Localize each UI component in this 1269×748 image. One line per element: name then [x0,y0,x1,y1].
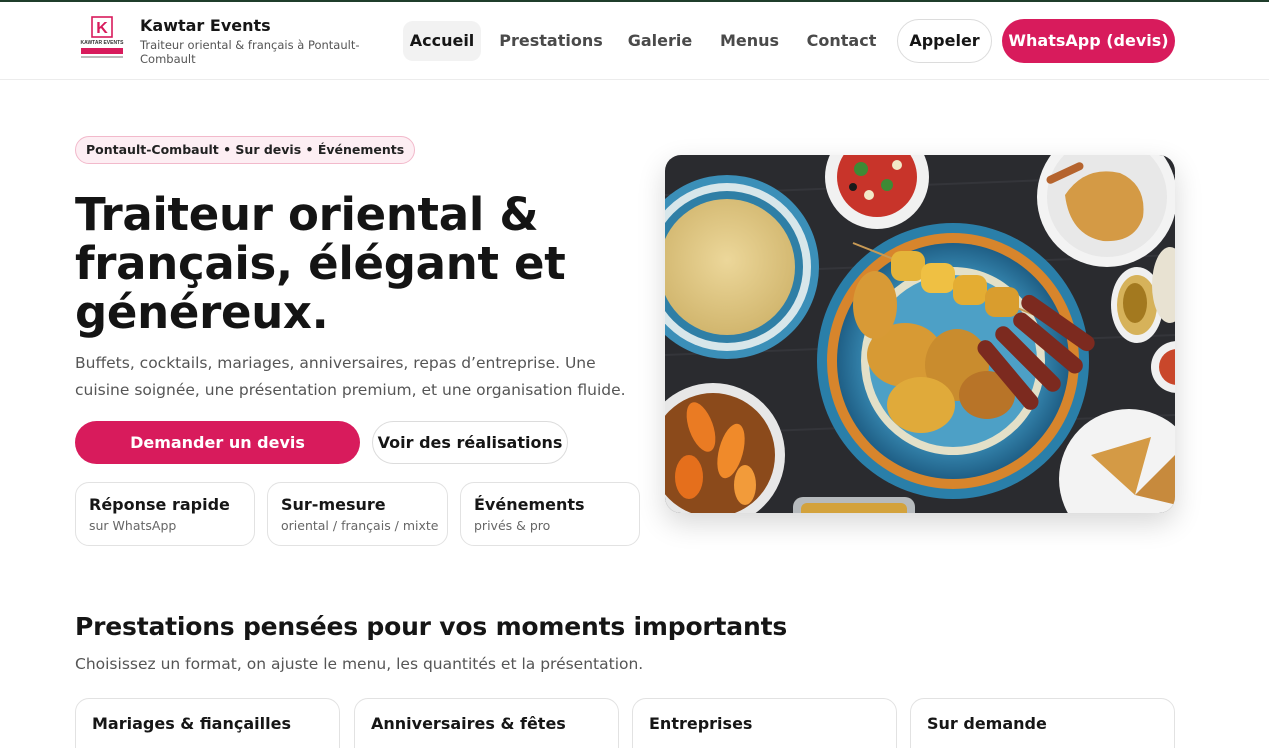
brand-logo[interactable]: K KAWTAR EVENTS [79,16,127,66]
service-card-entreprises[interactable]: Entreprises [632,698,897,748]
call-button[interactable]: Appeler [897,19,992,63]
hero-food-image [665,155,1175,513]
hero-title: Traiteur oriental & français, élégant et… [75,188,566,339]
nav-item-contact[interactable]: Contact [800,21,883,61]
nav-item-menus[interactable]: Menus [713,21,786,61]
hero-description: Buffets, cocktails, mariages, anniversai… [75,354,626,399]
service-card-title: Entreprises [649,714,753,733]
feature-subtitle: privés & pro [474,518,551,533]
service-card-title: Anniversaires & fêtes [371,714,566,733]
brand-name[interactable]: Kawtar Events [140,16,271,35]
service-card-anniversaires[interactable]: Anniversaires & fêtes [354,698,619,748]
svg-text:K: K [96,20,108,37]
service-card-sur-demande[interactable]: Sur demande [910,698,1175,748]
feature-title: Sur-mesure [281,495,386,514]
whatsapp-quote-button[interactable]: WhatsApp (devis) [1002,19,1175,63]
view-gallery-button[interactable]: Voir des réalisations [372,421,568,464]
feature-subtitle: sur WhatsApp [89,518,177,533]
services-subtitle: Choisissez un format, on ajuste le menu,… [75,655,644,673]
feature-card-fast-reply: Réponse rapide sur WhatsApp [75,482,255,546]
svg-text:KAWTAR EVENTS: KAWTAR EVENTS [81,40,125,46]
service-card-mariages[interactable]: Mariages & fiançailles [75,698,340,748]
site-header: K KAWTAR EVENTS Kawtar Events Traiteur o… [0,2,1269,80]
feature-subtitle: oriental / français / mixte [281,518,439,533]
request-quote-button[interactable]: Demander un devis (WhatsApp) [75,421,360,495]
feature-title: Réponse rapide [89,495,230,514]
brand-tagline: Traiteur oriental & français à Pontault-… [140,38,360,66]
service-card-title: Sur demande [927,714,1047,733]
nav-item-accueil[interactable]: Accueil [403,21,481,61]
feature-card-custom: Sur-mesure oriental / français / mixte [267,482,448,546]
nav-item-prestations[interactable]: Prestations [495,21,607,61]
services-title: Prestations pensées pour vos moments imp… [75,612,787,641]
nav-item-galerie[interactable]: Galerie [622,21,698,61]
location-pill: Pontault-Combault • Sur devis • Événemen… [75,136,416,164]
service-card-title: Mariages & fiançailles [92,714,291,733]
feature-card-events: Événements privés & pro [460,482,640,546]
feature-title: Événements [474,495,585,514]
